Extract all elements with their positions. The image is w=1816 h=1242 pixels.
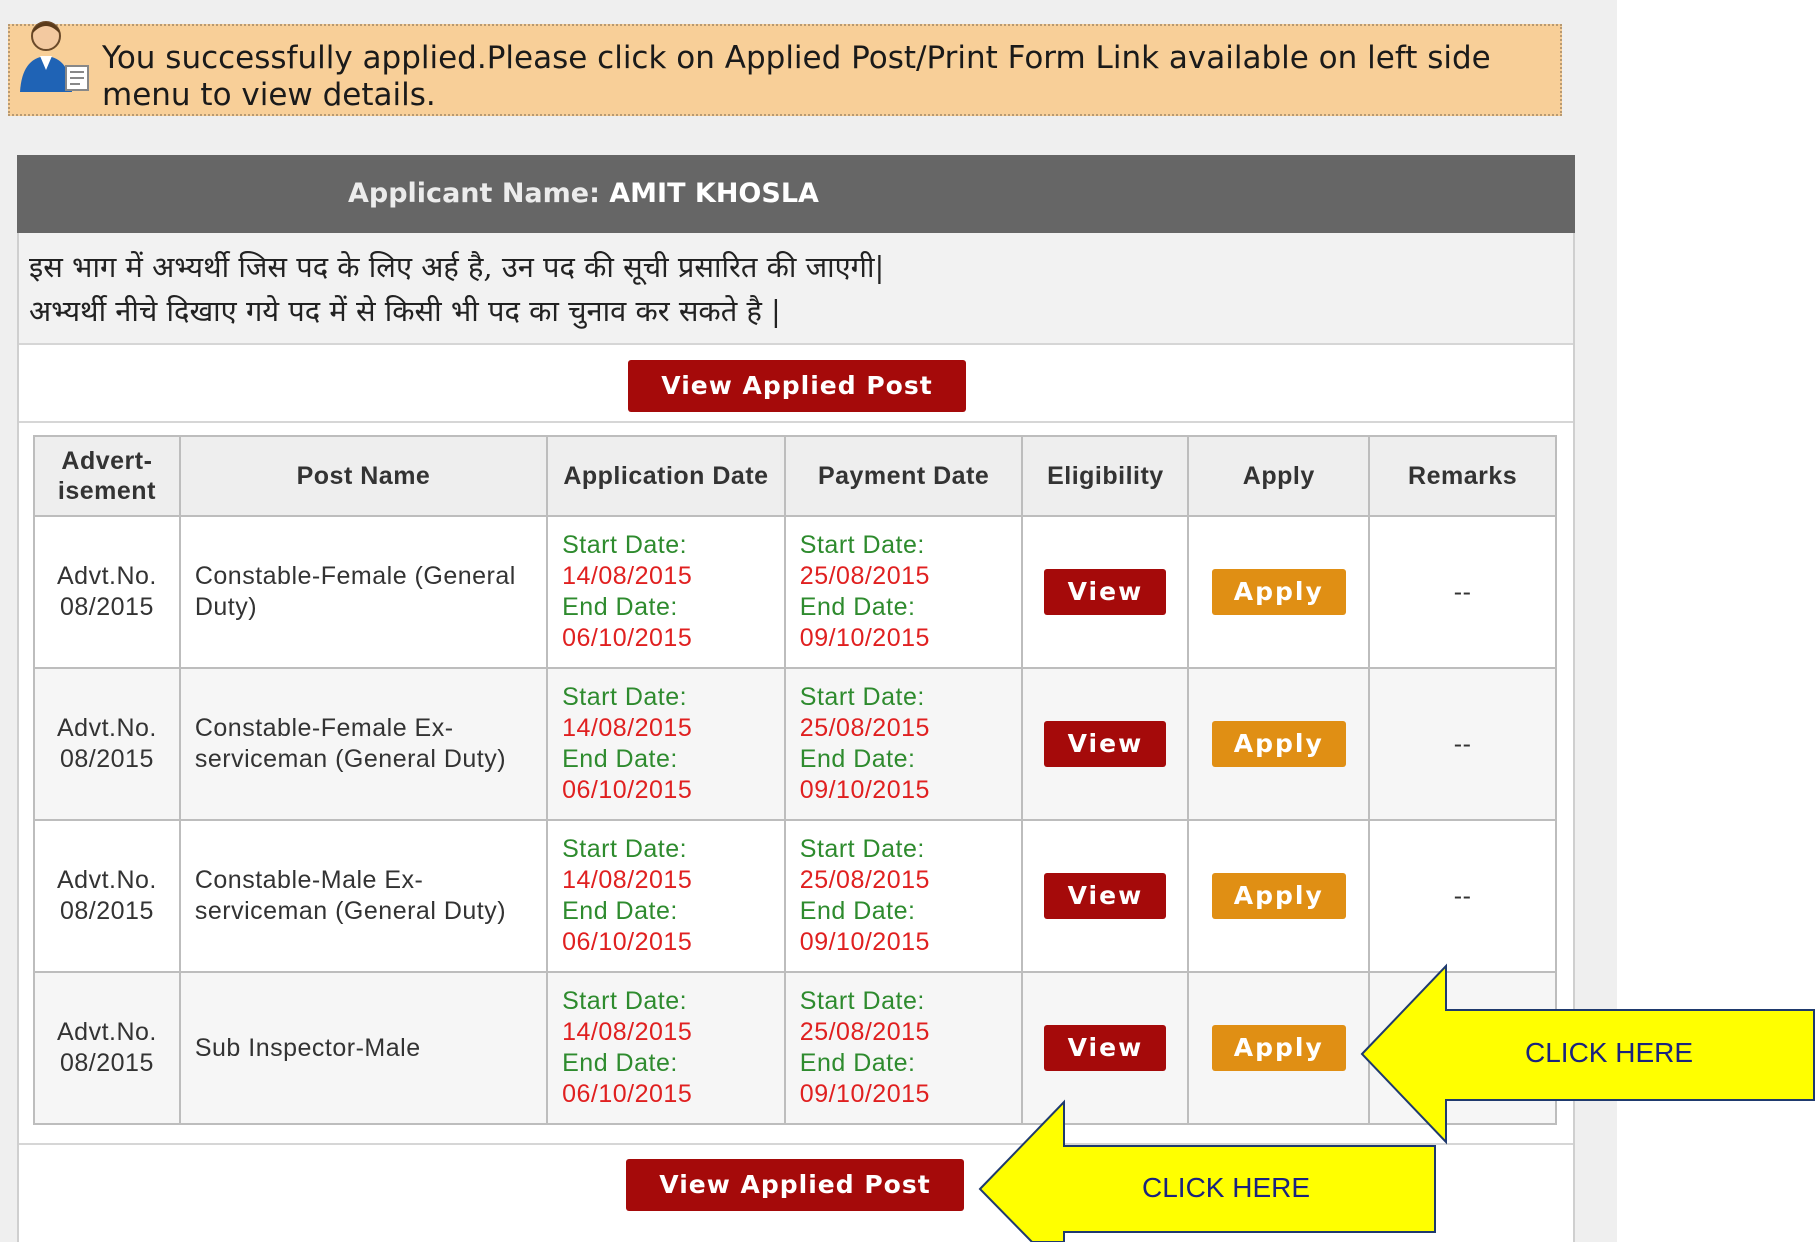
advertisement-cell: Advt.No. 08/2015: [33, 667, 181, 821]
callout-label-apply: CLICK HERE: [1525, 1037, 1694, 1068]
header-eligibility: Eligibility: [1021, 435, 1190, 517]
callout-label-view: CLICK HERE: [1142, 1172, 1311, 1203]
applicant-name: AMIT KHOSLA: [609, 178, 819, 209]
apply-button[interactable]: Apply: [1211, 873, 1346, 919]
view-eligibility-button[interactable]: View: [1044, 1025, 1167, 1071]
apply-cell: Apply: [1187, 971, 1371, 1125]
post-name-cell: Sub Inspector-Male: [178, 971, 549, 1125]
payment-date-cell: Start Date: 25/08/2015 End Date: 09/10/201…: [783, 971, 1024, 1125]
apply-button[interactable]: Apply: [1211, 1025, 1346, 1071]
remarks-cell: --: [1368, 515, 1557, 669]
view-eligibility-button[interactable]: View: [1044, 873, 1167, 919]
advertisement-cell: Advt.No. 08/2015: [33, 819, 181, 973]
eligibility-cell: View: [1021, 667, 1190, 821]
apply-button[interactable]: Apply: [1211, 721, 1346, 767]
info-line-1: इस भाग में अभ्यर्थी जिस पद के लिए अर्ह ह…: [29, 250, 885, 284]
post-name-cell: Constable-Male Ex-serviceman (General Du…: [178, 819, 549, 973]
user-icon: [20, 21, 89, 92]
header-post-name: Post Name: [178, 435, 549, 517]
apply-cell: Apply: [1187, 819, 1371, 973]
header-payment-date: Payment Date: [783, 435, 1024, 517]
divider: [19, 421, 1573, 423]
table-row: Advt.No. 08/2015 Constable-Female (Genera…: [33, 515, 1557, 669]
header-application-date: Application Date: [546, 435, 786, 517]
table-row: Advt.No. 08/2015 Sub Inspector-Male Start…: [33, 971, 1557, 1125]
eligibility-cell: View: [1021, 971, 1190, 1125]
success-notice: You successfully applied.Please click on…: [8, 21, 1562, 116]
apply-cell: Apply: [1187, 515, 1371, 669]
header-remarks: Remarks: [1368, 435, 1557, 517]
view-eligibility-button[interactable]: View: [1044, 569, 1167, 615]
advertisement-cell: Advt.No. 08/2015: [33, 515, 181, 669]
application-date-cell: Start Date: 14/08/2015 End Date: 06/10/201…: [546, 667, 786, 821]
apply-cell: Apply: [1187, 667, 1371, 821]
eligibility-cell: View: [1021, 515, 1190, 669]
apply-button[interactable]: Apply: [1211, 569, 1346, 615]
advertisement-cell: Advt.No. 08/2015: [33, 971, 181, 1125]
application-date-cell: Start Date: 14/08/2015 End Date: 06/10/201…: [546, 515, 786, 669]
application-date-cell: Start Date: 14/08/2015 End Date: 06/10/201…: [546, 971, 786, 1125]
payment-date-cell: Start Date: 25/08/2015 End Date: 09/10/201…: [783, 667, 1024, 821]
header-apply: Apply: [1187, 435, 1371, 517]
table-header-row: Advert-isement Post Name Application Dat…: [33, 435, 1557, 517]
view-applied-post-button-bottom[interactable]: View Applied Post: [626, 1159, 964, 1211]
applicant-panel: Applicant Name: AMIT KHOSLA इस भाग में अ…: [17, 155, 1575, 1242]
applicant-header: Applicant Name: AMIT KHOSLA: [17, 155, 1575, 233]
payment-date-cell: Start Date: 25/08/2015 End Date: 09/10/201…: [783, 515, 1024, 669]
view-applied-post-button[interactable]: View Applied Post: [628, 360, 966, 412]
table-row: Advt.No. 08/2015 Constable-Male Ex-servic…: [33, 819, 1557, 973]
remarks-cell: --: [1368, 819, 1557, 973]
applicant-name-label: Applicant Name:: [348, 178, 600, 209]
table-row: Advt.No. 08/2015 Constable-Female Ex-serv…: [33, 667, 1557, 821]
payment-date-cell: Start Date: 25/08/2015 End Date: 09/10/201…: [783, 819, 1024, 973]
view-eligibility-button[interactable]: View: [1044, 721, 1167, 767]
eligibility-info: इस भाग में अभ्यर्थी जिस पद के लिए अर्ह ह…: [19, 233, 1573, 345]
remarks-cell: --: [1368, 667, 1557, 821]
post-name-cell: Constable-Female (General Duty): [178, 515, 549, 669]
success-message: You successfully applied.Please click on…: [102, 40, 1491, 113]
info-line-2: अभ्यर्थी नीचे दिखाए गये पद में से किसी भ…: [29, 294, 781, 328]
post-name-cell: Constable-Female Ex-serviceman (General …: [178, 667, 549, 821]
divider: [19, 1143, 1573, 1145]
posts-table: Advert-isement Post Name Application Dat…: [33, 435, 1557, 1125]
eligibility-cell: View: [1021, 819, 1190, 973]
header-advertisement: Advert-isement: [33, 435, 181, 517]
application-date-cell: Start Date: 14/08/2015 End Date: 06/10/201…: [546, 819, 786, 973]
